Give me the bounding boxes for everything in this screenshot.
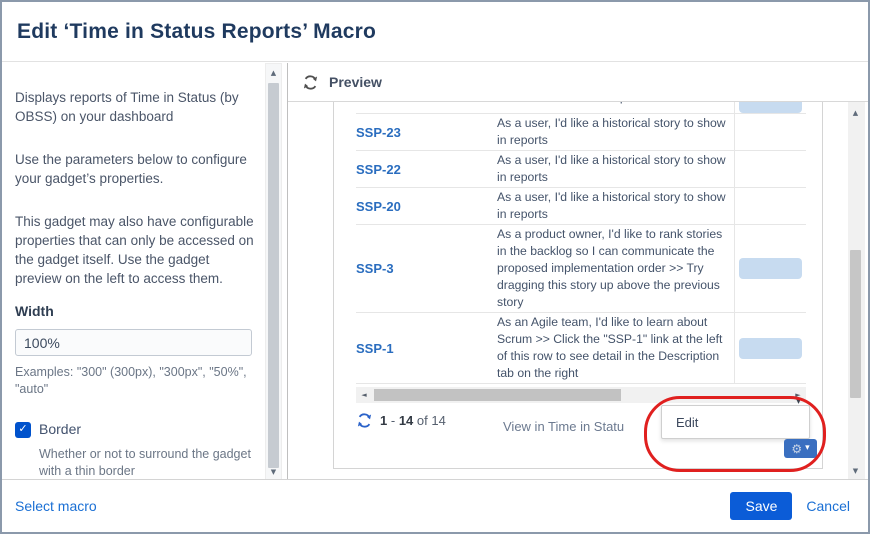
scrollbar-thumb[interactable] bbox=[850, 250, 861, 398]
refresh-icon[interactable] bbox=[356, 412, 373, 429]
status-badge bbox=[739, 102, 802, 113]
scroll-down-arrow-icon[interactable]: ▼ bbox=[848, 463, 863, 478]
scrollbar-thumb[interactable] bbox=[268, 83, 279, 468]
pagination-range: 1 - 14 of 14 bbox=[380, 413, 446, 428]
config-instructions: Use the parameters below to configure yo… bbox=[15, 150, 255, 188]
table-horizontal-scrollbar[interactable]: ◄ ► bbox=[356, 387, 806, 403]
border-checkbox-label: Border bbox=[39, 420, 81, 439]
table-row: SSP-23 As a user, I'd like a historical … bbox=[356, 114, 806, 151]
dialog-footer: Select macro Save Cancel bbox=[2, 479, 868, 532]
scroll-up-arrow-icon[interactable]: ▲ bbox=[266, 65, 281, 80]
status-badge bbox=[739, 338, 802, 359]
table-row: SSP-1 As an Agile team, I'd like to lear… bbox=[356, 313, 806, 384]
config-panel-scrollbar[interactable]: ▲ ▼ bbox=[265, 63, 282, 481]
gadget-settings-button[interactable]: ⚙ ▾ bbox=[784, 439, 817, 458]
width-input[interactable] bbox=[15, 329, 252, 356]
issue-key-link[interactable]: SSP-23 bbox=[356, 125, 401, 140]
issue-summary: As an Agile team, I'd like to learn abou… bbox=[484, 313, 734, 383]
preview-content: reports SSP-23 As a user, I'd like a his… bbox=[288, 102, 870, 481]
save-button[interactable]: Save bbox=[730, 492, 792, 520]
cancel-button[interactable]: Cancel bbox=[806, 498, 850, 514]
issue-key-link[interactable]: SSP-22 bbox=[356, 162, 401, 177]
preview-title: Preview bbox=[329, 74, 382, 90]
chevron-down-icon: ▾ bbox=[805, 444, 810, 453]
border-checkbox[interactable]: ✓ bbox=[15, 422, 31, 438]
scroll-up-arrow-icon[interactable]: ▲ bbox=[848, 105, 863, 120]
width-field-label: Width bbox=[15, 302, 255, 321]
select-macro-link[interactable]: Select macro bbox=[15, 498, 97, 514]
dialog-header: Edit ‘Time in Status Reports’ Macro bbox=[2, 2, 868, 62]
scroll-down-arrow-icon[interactable]: ▼ bbox=[266, 464, 281, 479]
macro-config-panel: Displays reports of Time in Status (by O… bbox=[2, 63, 265, 481]
issue-summary: As a product owner, I'd like to rank sto… bbox=[484, 225, 734, 312]
preview-pane: Preview reports SSP-23 As a user, I'd li… bbox=[287, 63, 870, 481]
view-in-app-link[interactable]: View in Time in Statu bbox=[503, 419, 624, 434]
table-row: SSP-20 As a user, I'd like a historical … bbox=[356, 188, 806, 225]
issue-summary: As a user, I'd like a historical story t… bbox=[484, 188, 734, 224]
gear-icon: ⚙ bbox=[791, 443, 802, 455]
border-field-help: Whether or not to surround the gadget wi… bbox=[39, 446, 255, 480]
issue-key-link[interactable]: SSP-20 bbox=[356, 199, 401, 214]
check-icon: ✓ bbox=[18, 420, 27, 439]
edit-macro-dialog: Edit ‘Time in Status Reports’ Macro Disp… bbox=[0, 0, 870, 534]
issue-summary: As a user, I'd like a historical story t… bbox=[484, 114, 734, 150]
scrollbar-thumb[interactable] bbox=[374, 389, 621, 401]
issue-table: reports SSP-23 As a user, I'd like a his… bbox=[356, 102, 806, 384]
issue-key-link[interactable]: SSP-3 bbox=[356, 261, 394, 276]
table-row: SSP-3 As a product owner, I'd like to ra… bbox=[356, 225, 806, 313]
gadget-note: This gadget may also have configurable p… bbox=[15, 212, 255, 288]
refresh-icon[interactable] bbox=[302, 74, 319, 91]
preview-header: Preview bbox=[288, 63, 870, 102]
dialog-title: Edit ‘Time in Status Reports’ Macro bbox=[17, 20, 376, 44]
table-row: SSP-22 As a user, I'd like a historical … bbox=[356, 151, 806, 188]
issue-summary: As a user, I'd like a historical story t… bbox=[484, 151, 734, 187]
menu-item-edit[interactable]: Edit bbox=[662, 415, 809, 430]
issue-key-link[interactable]: SSP-1 bbox=[356, 341, 394, 356]
preview-scrollbar[interactable]: ▲ ▼ bbox=[848, 102, 865, 481]
macro-description: Displays reports of Time in Status (by O… bbox=[15, 88, 255, 126]
scroll-left-arrow-icon[interactable]: ◄ bbox=[356, 387, 372, 403]
status-badge bbox=[739, 258, 802, 279]
gadget-dropdown-menu: Edit bbox=[661, 405, 810, 439]
clipped-summary: reports bbox=[609, 102, 647, 106]
table-row: reports bbox=[356, 102, 806, 114]
width-field-help: Examples: "300" (300px), "300px", "50%",… bbox=[15, 364, 255, 398]
